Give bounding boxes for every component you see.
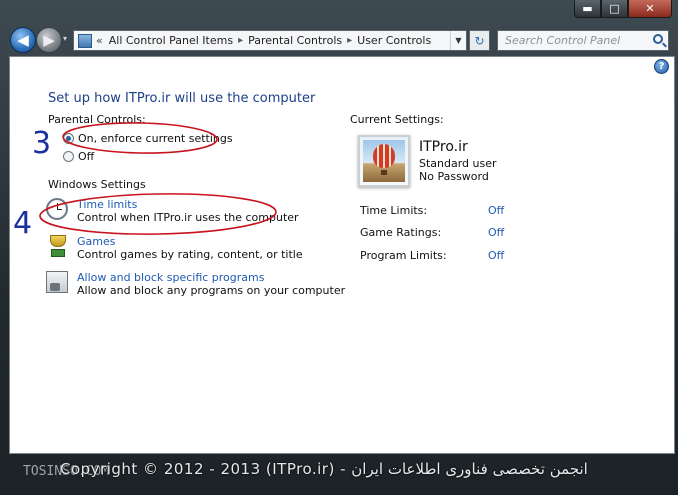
annotation-mark-4: 4	[13, 206, 32, 241]
help-icon[interactable]: ?	[654, 59, 669, 74]
radio-button[interactable]	[63, 151, 74, 162]
radio-button-selected[interactable]	[63, 133, 74, 144]
setting-games[interactable]: Games Control games by rating, content, …	[46, 235, 303, 261]
refresh-button[interactable]: ↻	[469, 30, 490, 51]
search-input[interactable]: Search Control Panel	[497, 30, 669, 51]
content-pane: ? Set up how ITPro.ir will use the compu…	[9, 56, 675, 454]
forward-button[interactable]: ▶	[36, 27, 62, 53]
radio-off-label: Off	[78, 150, 95, 163]
current-settings-label: Current Settings:	[350, 113, 444, 126]
time-limits-description: Control when ITPro.ir uses the computer	[77, 211, 299, 224]
program-limits-setting-value: Off	[488, 249, 505, 262]
address-bar[interactable]: « All Control Panel Items ▸ Parental Con…	[73, 30, 467, 51]
trophy-icon	[46, 235, 68, 257]
breadcrumb-user-controls[interactable]: User Controls	[357, 34, 431, 47]
balloon-shape	[373, 144, 395, 168]
setting-time-limits[interactable]: Time limits Control when ITPro.ir uses t…	[46, 198, 299, 224]
minimize-button[interactable]: ▬	[574, 0, 601, 18]
address-dropdown-button[interactable]: ▼	[450, 31, 466, 50]
radio-on-label: On, enforce current settings	[78, 132, 233, 145]
user-name: ITPro.ir	[419, 139, 468, 155]
setting-allow-block-programs[interactable]: Allow and block specific programs Allow …	[46, 271, 345, 297]
game-ratings-setting-value: Off	[488, 226, 505, 239]
breadcrumb-separator[interactable]: ▸	[238, 35, 243, 46]
control-panel-icon	[78, 33, 92, 48]
games-link[interactable]: Games	[77, 235, 303, 248]
breadcrumb-parental-controls[interactable]: Parental Controls	[248, 34, 342, 47]
program-limits-setting-label: Program Limits:	[360, 249, 447, 262]
address-overflow-chevron[interactable]: «	[96, 34, 103, 47]
maximize-button[interactable]: □	[601, 0, 628, 18]
search-placeholder: Search Control Panel	[505, 34, 621, 47]
account-type: Standard user	[419, 157, 497, 170]
hot-air-balloon-picture	[363, 140, 405, 182]
program-icon	[46, 271, 68, 293]
copyright-watermark: Copyright © 2012 - 2013 (ITPro.ir) - انج…	[60, 460, 588, 478]
page-title: Set up how ITPro.ir will use the compute…	[48, 91, 316, 106]
radio-on-enforce[interactable]: On, enforce current settings	[63, 132, 233, 145]
parental-controls-label: Parental Controls:	[48, 113, 146, 126]
navigation-bar: ◀ ▶ ▾ « All Control Panel Items ▸ Parent…	[0, 22, 678, 56]
game-ratings-setting-label: Game Ratings:	[360, 226, 442, 239]
time-limits-link[interactable]: Time limits	[77, 198, 299, 211]
basket-shape	[381, 170, 387, 175]
allow-block-programs-link[interactable]: Allow and block specific programs	[77, 271, 345, 284]
window-frame: ▬ □ ✕ ◀ ▶ ▾ « All Control Panel Items ▸ …	[0, 0, 678, 495]
close-button[interactable]: ✕	[628, 0, 672, 18]
search-icon[interactable]	[653, 34, 663, 44]
windows-settings-label: Windows Settings	[48, 178, 146, 191]
breadcrumb-separator[interactable]: ▸	[347, 35, 352, 46]
user-avatar	[358, 135, 410, 187]
caption-buttons: ▬ □ ✕	[574, 0, 672, 20]
annotation-mark-3: 3	[32, 126, 51, 161]
back-button[interactable]: ◀	[10, 27, 36, 53]
breadcrumb-all-control-panel-items[interactable]: All Control Panel Items	[109, 34, 233, 47]
games-description: Control games by rating, content, or tit…	[77, 248, 303, 261]
recent-pages-button[interactable]: ▾	[63, 34, 67, 43]
clock-icon	[46, 198, 68, 220]
radio-off[interactable]: Off	[63, 150, 94, 163]
allow-block-programs-description: Allow and block any programs on your com…	[77, 284, 346, 297]
password-status: No Password	[419, 170, 489, 183]
time-limits-setting-label: Time Limits:	[360, 204, 428, 217]
time-limits-setting-value: Off	[488, 204, 505, 217]
